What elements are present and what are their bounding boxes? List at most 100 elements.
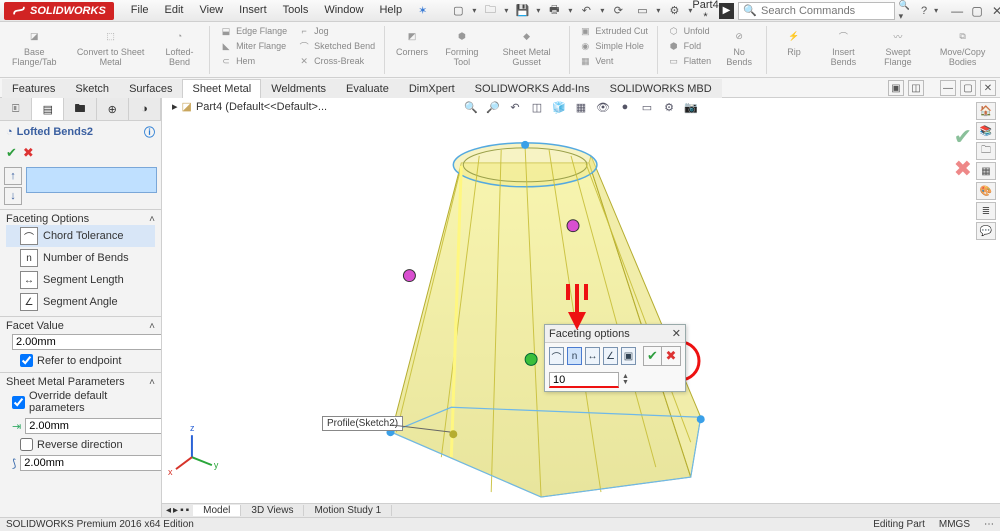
pm-help-icon[interactable]: ⓘ xyxy=(144,124,155,140)
opt-number-of-bends[interactable]: nNumber of Bends xyxy=(6,247,155,269)
popup-segment-angle-button[interactable]: ∠ xyxy=(603,347,618,365)
pm-ok-button[interactable]: ✔ xyxy=(6,145,17,161)
opt-chord-tolerance[interactable]: ⌒Chord Tolerance xyxy=(6,225,155,247)
ribbon-extruded-cut[interactable]: ▣Extruded Cut xyxy=(576,24,650,38)
open-icon[interactable]: 🗀 xyxy=(480,2,500,20)
reverse-direction-checkbox[interactable] xyxy=(20,438,33,451)
tab-features[interactable]: Features xyxy=(2,79,65,98)
pm-tab-dimxpert[interactable]: ⊕ xyxy=(97,98,129,120)
ribbon-cross-break[interactable]: ✕Cross-Break xyxy=(295,54,377,68)
ribbon-sketched-bend[interactable]: ⌒Sketched Bend xyxy=(295,39,377,53)
pm-tab-config[interactable]: 🖿 xyxy=(64,98,96,120)
pm-tab-display[interactable]: ◑ xyxy=(129,98,161,120)
menu-file[interactable]: File xyxy=(124,2,156,19)
ribbon-fold[interactable]: ⬢Fold xyxy=(665,39,714,53)
search-toggle-icon[interactable]: ▶ xyxy=(719,3,735,19)
save-icon[interactable]: 💾 xyxy=(512,2,532,20)
ribbon-miter-flange[interactable]: ◣Miter Flange xyxy=(217,39,289,53)
window-minimize-icon[interactable]: — xyxy=(948,3,966,19)
tab-mbd[interactable]: SOLIDWORKS MBD xyxy=(600,79,722,98)
tab-sketch[interactable]: Sketch xyxy=(65,79,119,98)
doc-restore-icon[interactable]: ▢ xyxy=(960,80,976,96)
viewport-single-icon[interactable]: ▣ xyxy=(888,80,904,96)
ribbon-edge-flange[interactable]: ⬓Edge Flange xyxy=(217,24,289,38)
new-icon[interactable]: ▢ xyxy=(448,2,468,20)
doc-close-icon[interactable]: ✕ xyxy=(980,80,996,96)
ribbon-base-flange[interactable]: ◪Base Flange/Tab xyxy=(4,24,64,68)
popup-segment-length-button[interactable]: ↔ xyxy=(585,347,600,365)
bend-radius-input[interactable] xyxy=(20,455,162,471)
ribbon-convert-sm[interactable]: ⬚Convert to Sheet Metal xyxy=(70,24,150,68)
menu-edit[interactable]: Edit xyxy=(158,2,191,19)
opt-segment-length[interactable]: ↔Segment Length xyxy=(6,269,155,291)
thickness-input[interactable] xyxy=(25,418,162,434)
popup-cancel-button[interactable]: ✖ xyxy=(662,347,680,365)
search-dropdown-icon[interactable]: 🔍▾ xyxy=(899,0,914,22)
menu-window[interactable]: Window xyxy=(317,2,370,19)
facet-value-input[interactable] xyxy=(12,334,162,350)
search-commands-input[interactable]: 🔍 Search Commands xyxy=(738,2,894,20)
profile-down-button[interactable]: ↓ xyxy=(4,187,22,205)
override-params-checkbox[interactable] xyxy=(12,396,25,409)
pm-tab-property-manager[interactable]: ▤ xyxy=(32,98,64,120)
window-close-icon[interactable]: ✕ xyxy=(988,3,1000,19)
pm-tab-feature-tree[interactable]: 🗉 xyxy=(0,98,32,120)
tab-motion-study[interactable]: Motion Study 1 xyxy=(304,505,392,516)
doc-minimize-icon[interactable]: — xyxy=(940,80,956,96)
popup-number-of-bends-button[interactable]: n xyxy=(567,347,582,365)
tab-scroll[interactable]: ◂▸▪▪ xyxy=(162,505,193,516)
undo-icon[interactable]: ↶ xyxy=(576,2,596,20)
options-icon[interactable]: ⚙ xyxy=(664,2,684,20)
ribbon-vent[interactable]: ▦Vent xyxy=(576,54,650,68)
ribbon-gusset[interactable]: ◆Sheet Metal Gusset xyxy=(492,24,562,68)
select-icon[interactable]: ▭ xyxy=(632,2,652,20)
ribbon-swept-flange[interactable]: 〰Swept Flange xyxy=(873,24,923,68)
tab-3d-views[interactable]: 3D Views xyxy=(241,505,304,516)
ribbon-move-copy[interactable]: ⧉Move/Copy Bodies xyxy=(929,24,996,68)
section-header-facet-value[interactable]: Facet Value˄ xyxy=(6,320,155,332)
ribbon-rip[interactable]: ⚡Rip xyxy=(774,24,814,58)
menu-help[interactable]: Help xyxy=(372,2,409,19)
viewport-split-icon[interactable]: ◫ xyxy=(908,80,924,96)
tab-model[interactable]: Model xyxy=(193,505,241,516)
reverse-direction-check[interactable]: Reverse direction xyxy=(6,436,155,453)
help-icon[interactable]: ? xyxy=(918,5,930,17)
tab-surfaces[interactable]: Surfaces xyxy=(119,79,182,98)
graphics-area[interactable]: ▸ ◪ Part4 (Default<<Default>... 🔍 🔎 ↶ ◫ … xyxy=(162,98,1000,517)
tab-evaluate[interactable]: Evaluate xyxy=(336,79,399,98)
ribbon-unfold[interactable]: ⬡Unfold xyxy=(665,24,714,38)
ribbon-lofted-bend[interactable]: ◔Lofted-Bend xyxy=(157,24,203,68)
ribbon-insert-bends[interactable]: ⌒Insert Bends xyxy=(820,24,867,68)
tab-addins[interactable]: SOLIDWORKS Add-Ins xyxy=(465,79,600,98)
tab-sheet-metal[interactable]: Sheet Metal xyxy=(182,79,261,98)
popup-ok-button[interactable]: ✔ xyxy=(644,347,662,365)
menu-view[interactable]: View xyxy=(192,2,230,19)
opt-segment-angle[interactable]: ∠Segment Angle xyxy=(6,291,155,313)
profile-up-button[interactable]: ↑ xyxy=(4,167,22,185)
refer-endpoint-check[interactable]: Refer to endpoint xyxy=(6,352,155,369)
popup-refer-endpoint-button[interactable]: ▣ xyxy=(621,347,636,365)
popup-chord-tolerance-button[interactable]: ⌒ xyxy=(549,347,564,365)
section-header-faceting[interactable]: Faceting Options˄ xyxy=(6,213,155,225)
ribbon-simple-hole[interactable]: ◉Simple Hole xyxy=(576,39,650,53)
profile-list[interactable] xyxy=(26,167,157,193)
rebuild-icon[interactable]: ⟳ xyxy=(608,2,628,20)
ribbon-flatten[interactable]: ▭Flatten xyxy=(665,54,714,68)
ribbon-jog[interactable]: ⌐Jog xyxy=(295,24,377,38)
ribbon-corners[interactable]: ◩Corners xyxy=(392,24,432,58)
refer-endpoint-checkbox[interactable] xyxy=(20,354,33,367)
window-restore-icon[interactable]: ▢ xyxy=(968,3,986,19)
ribbon-hem[interactable]: ⊂Hem xyxy=(217,54,289,68)
menu-insert[interactable]: Insert xyxy=(232,2,274,19)
tab-weldments[interactable]: Weldments xyxy=(261,79,336,98)
section-header-smp[interactable]: Sheet Metal Parameters˄ xyxy=(6,376,155,388)
ribbon-forming-tool[interactable]: ⬢Forming Tool xyxy=(438,24,486,68)
status-extras-icon[interactable]: ⋯ xyxy=(984,519,994,530)
pm-cancel-button[interactable]: ✖ xyxy=(23,145,34,161)
status-units[interactable]: MMGS xyxy=(939,519,970,530)
popup-value-input[interactable] xyxy=(549,372,619,388)
ribbon-no-bends[interactable]: ⊘No Bends xyxy=(719,24,759,68)
popup-value-spinner[interactable]: ▲▼ xyxy=(622,374,629,386)
override-params-check[interactable]: Override default parameters xyxy=(6,388,155,416)
menu-tools[interactable]: Tools xyxy=(276,2,316,19)
